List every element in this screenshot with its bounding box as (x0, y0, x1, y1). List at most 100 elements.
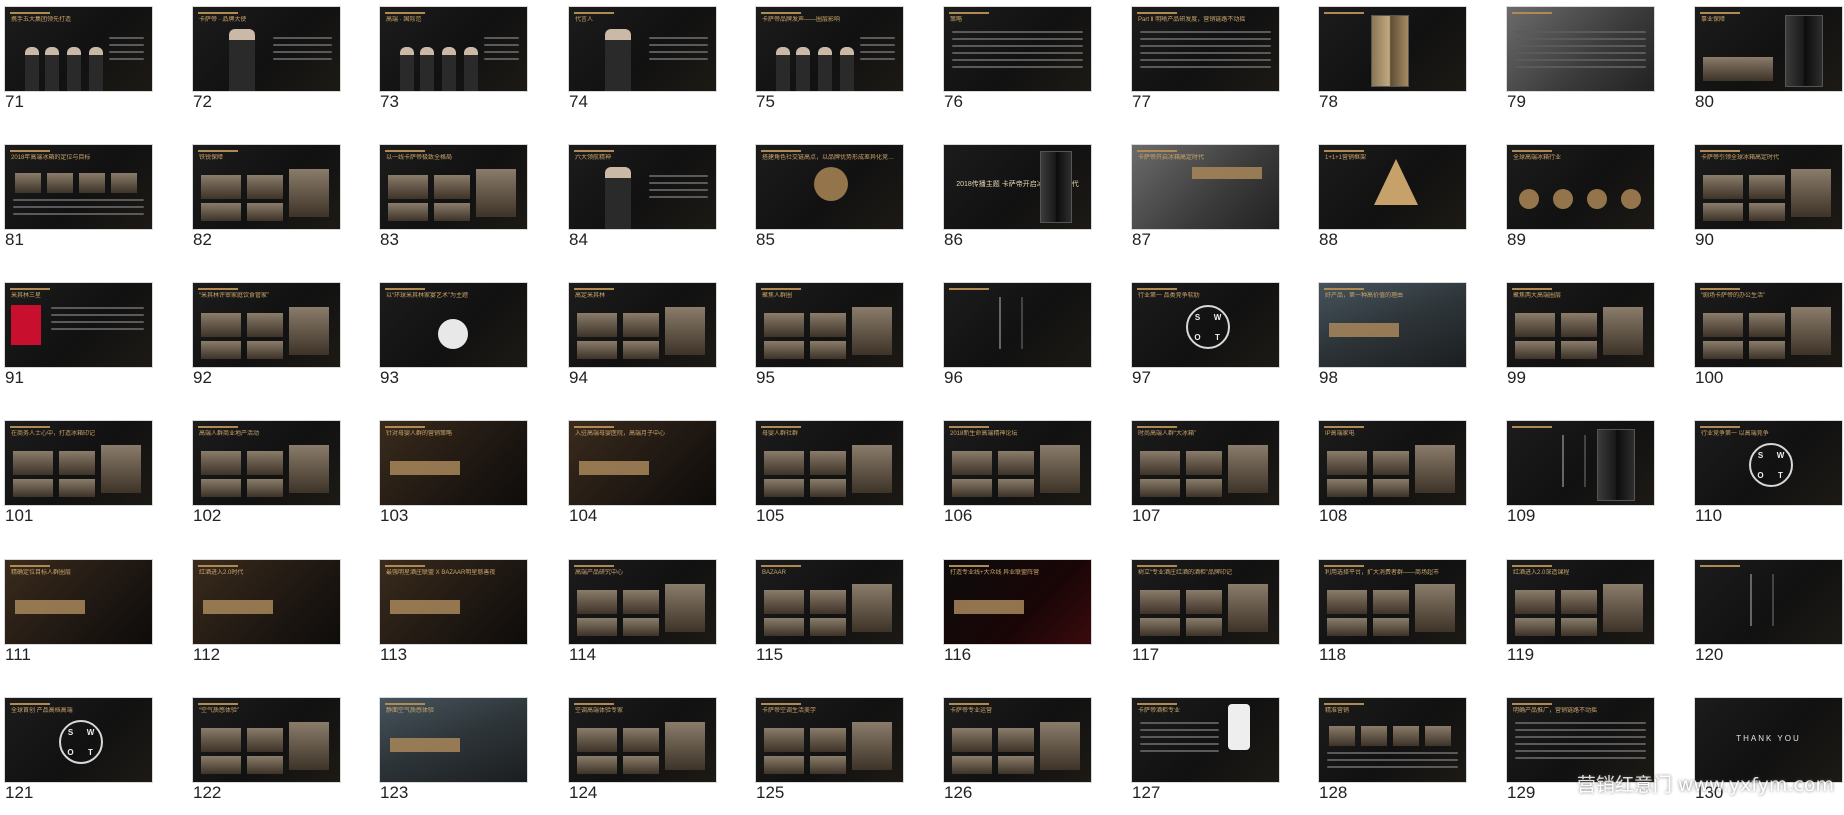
slide-thumbnail[interactable]: 高端产品研究中心 114 (564, 553, 716, 677)
slide-thumbnail[interactable]: 120 (1690, 553, 1842, 677)
slide-preview[interactable]: 在商务人士心中，打造冰箱印记 (5, 421, 152, 505)
slide-preview[interactable]: 红酒进入2.0时代 (193, 560, 340, 644)
slide-preview[interactable]: 卡萨帝品牌发声——圈层影响 (756, 7, 903, 91)
slide-thumbnail[interactable]: 好产品，第一种高价值的理由 98 (1314, 276, 1466, 400)
slide-thumbnail[interactable]: 1+1+1营销框架 88 (1314, 138, 1466, 262)
slide-thumbnail[interactable]: 2018新生命高端精神论坛 106 (939, 414, 1091, 538)
slide-thumbnail[interactable]: 以“环球米其林家宴艺术”为主题 93 (375, 276, 527, 400)
slide-preview[interactable]: 代言人 (569, 7, 716, 91)
slide-thumbnail[interactable]: 红酒进入2.0时代 112 (188, 553, 340, 677)
slide-thumbnail[interactable]: 全球高端冰箱行业 89 (1502, 138, 1654, 262)
slide-thumbnail[interactable]: 聚焦两大高端圈层 99 (1502, 276, 1654, 400)
slide-preview[interactable]: 行业第一 品类竞争软肋 S W O T (1132, 283, 1279, 367)
slide-thumbnail[interactable]: 静面空气质感体验 123 (375, 691, 527, 815)
slide-preview[interactable]: 卡萨帝酒柜专业 (1132, 698, 1279, 782)
slide-preview[interactable]: 精确定位目标人群圈层 (5, 560, 152, 644)
slide-preview[interactable]: 米其林三星 (5, 283, 152, 367)
slide-preview[interactable]: 2018新生命高端精神论坛 (944, 421, 1091, 505)
slide-preview[interactable]: 卡萨帝 · 品牌大使 (193, 7, 340, 91)
slide-preview[interactable]: 搭建角色社交链高点，以品牌优势形成差异化竞争力 (756, 145, 903, 229)
slide-thumbnail[interactable]: 96 (939, 276, 1091, 400)
slide-thumbnail[interactable]: IP高端家电 108 (1314, 414, 1466, 538)
slide-preview[interactable]: 聚焦人群圈 (756, 283, 903, 367)
slide-preview[interactable]: “空气质感体验” (193, 698, 340, 782)
slide-preview[interactable]: BAZAAR (756, 560, 903, 644)
slide-thumbnail[interactable]: 卡萨帝空调生活美学 125 (751, 691, 903, 815)
slide-preview[interactable]: 铁锐保障 (193, 145, 340, 229)
slide-thumbnail[interactable]: 红酒进入2.0深造课程 119 (1502, 553, 1654, 677)
slide-thumbnail[interactable]: 聚焦人群圈 95 (751, 276, 903, 400)
slide-preview[interactable]: 行业竞争第一 以高端竞争 S W O T (1695, 421, 1842, 505)
slide-preview[interactable] (1695, 560, 1842, 644)
slide-thumbnail[interactable]: 策略 76 (939, 0, 1091, 124)
slide-preview[interactable]: 利用选择平台，扩大消费者群——商场超市 (1319, 560, 1466, 644)
slide-thumbnail[interactable]: “空气质感体验” 122 (188, 691, 340, 815)
slide-preview[interactable]: 1+1+1营销框架 (1319, 145, 1466, 229)
slide-thumbnail[interactable]: 2018传播主题 卡萨帝开启冰箱高定时代 86 (939, 138, 1091, 262)
slide-thumbnail[interactable]: Part Ⅱ 明晰产品研发度，营销链路不动摇 77 (1127, 0, 1279, 124)
slide-preview[interactable]: 2018传播主题 卡萨帝开启冰箱高定时代 (944, 145, 1091, 229)
slide-preview[interactable]: 精准营销 (1319, 698, 1466, 782)
slide-preview[interactable]: 全球首创 产品高档高端 S W O T (5, 698, 152, 782)
slide-preview[interactable]: 入驻高端母婴医院，高端月子中心 (569, 421, 716, 505)
slide-thumbnail[interactable]: “米其林评审家庭饮食管家” 92 (188, 276, 340, 400)
slide-preview[interactable]: Part Ⅱ 明晰产品研发度，营销链路不动摇 (1132, 7, 1279, 91)
slide-thumbnail[interactable]: 树立“专业酒庄红酒的酒柜”品牌印记 117 (1127, 553, 1279, 677)
slide-preview[interactable]: 以“环球米其林家宴艺术”为主题 (380, 283, 527, 367)
slide-preview[interactable]: 时尚高端人群“大冰箱” (1132, 421, 1279, 505)
slide-thumbnail[interactable]: 空调高端体验专家 124 (564, 691, 716, 815)
slide-preview[interactable] (1507, 421, 1654, 505)
slide-thumbnail[interactable]: 卡萨帝专业运营 126 (939, 691, 1091, 815)
slide-thumbnail[interactable]: 六大领航精神 84 (564, 138, 716, 262)
slide-thumbnail[interactable]: 在商务人士心中，打造冰箱印记 101 (0, 414, 152, 538)
slide-preview[interactable]: 树立“专业酒庄红酒的酒柜”品牌印记 (1132, 560, 1279, 644)
slide-thumbnail[interactable]: 母婴人群社群 105 (751, 414, 903, 538)
slide-thumbnail[interactable]: 卡萨帝开启冰箱高定时代 87 (1127, 138, 1279, 262)
slide-preview[interactable]: 全球高端冰箱行业 (1507, 145, 1654, 229)
slide-thumbnail[interactable]: 打造专业线+大众线 异业联盟阵营 116 (939, 553, 1091, 677)
slide-preview[interactable]: 静面空气质感体验 (380, 698, 527, 782)
slide-preview[interactable]: 卡萨帝引领全球冰箱高定时代 (1695, 145, 1842, 229)
slide-preview[interactable] (1507, 7, 1654, 91)
slide-preview[interactable]: “米其林评审家庭饮食管家” (193, 283, 340, 367)
slide-preview[interactable]: 以一线卡萨帝极致全格局 (380, 145, 527, 229)
slide-preview[interactable]: 卡萨帝开启冰箱高定时代 (1132, 145, 1279, 229)
slide-thumbnail[interactable]: 时尚高端人群“大冰箱” 107 (1127, 414, 1279, 538)
slide-preview[interactable]: 高端产品研究中心 (569, 560, 716, 644)
slide-preview[interactable]: 好产品，第一种高价值的理由 (1319, 283, 1466, 367)
slide-thumbnail[interactable]: 以一线卡萨帝极致全格局 83 (375, 138, 527, 262)
slide-thumbnail[interactable]: 精准营销 128 (1314, 691, 1466, 815)
slide-preview[interactable]: 红酒进入2.0深造课程 (1507, 560, 1654, 644)
slide-thumbnail[interactable]: 代言人 74 (564, 0, 716, 124)
slide-preview[interactable]: IP高端家电 (1319, 421, 1466, 505)
slide-preview[interactable]: 2018年高端冰箱的定位与目标 (5, 145, 152, 229)
slide-thumbnail[interactable]: 79 (1502, 0, 1654, 124)
slide-thumbnail[interactable]: 全球首创 产品高档高端 S W O T 121 (0, 691, 152, 815)
slide-thumbnail[interactable]: 利用选择平台，扩大消费者群——商场超市 118 (1314, 553, 1466, 677)
slide-thumbnail[interactable]: 最强明星酒庄联盟 X BAZAAR明星慈善夜 113 (375, 553, 527, 677)
slide-thumbnail[interactable]: 精确定位目标人群圈层 111 (0, 553, 152, 677)
slide-thumbnail[interactable]: 携手五大集团领先打造 71 (0, 0, 152, 124)
slide-preview[interactable]: 最强明星酒庄联盟 X BAZAAR明星慈善夜 (380, 560, 527, 644)
slide-thumbnail[interactable]: 高端人群商业地产活动 102 (188, 414, 340, 538)
slide-preview[interactable]: 携手五大集团领先打造 (5, 7, 152, 91)
slide-thumbnail[interactable]: 搭建角色社交链高点，以品牌优势形成差异化竞争力 85 (751, 138, 903, 262)
slide-preview[interactable]: 聚焦两大高端圈层 (1507, 283, 1654, 367)
slide-thumbnail[interactable]: BAZAAR 115 (751, 553, 903, 677)
slide-thumbnail[interactable]: 78 (1314, 0, 1466, 124)
slide-thumbnail[interactable]: 事业保障 80 (1690, 0, 1842, 124)
slide-thumbnail[interactable]: 行业竞争第一 以高端竞争 S W O T 110 (1690, 414, 1842, 538)
slide-preview[interactable]: 母婴人群社群 (756, 421, 903, 505)
slide-thumbnail[interactable]: 卡萨帝引领全球冰箱高定时代 90 (1690, 138, 1842, 262)
slide-preview[interactable] (944, 283, 1091, 367)
slide-preview[interactable]: 卡萨帝专业运营 (944, 698, 1091, 782)
slide-thumbnail[interactable]: 卡萨帝 · 品牌大使 72 (188, 0, 340, 124)
slide-preview[interactable]: 空调高端体验专家 (569, 698, 716, 782)
slide-preview[interactable]: 卡萨帝空调生活美学 (756, 698, 903, 782)
slide-thumbnail[interactable]: 高定米其林 94 (564, 276, 716, 400)
slide-preview[interactable]: 事业保障 (1695, 7, 1842, 91)
slide-preview[interactable]: 高定米其林 (569, 283, 716, 367)
slide-preview[interactable]: “剧场卡萨帝的办公生活” (1695, 283, 1842, 367)
slide-preview[interactable]: 六大领航精神 (569, 145, 716, 229)
slide-thumbnail[interactable]: 卡萨帝酒柜专业 127 (1127, 691, 1279, 815)
